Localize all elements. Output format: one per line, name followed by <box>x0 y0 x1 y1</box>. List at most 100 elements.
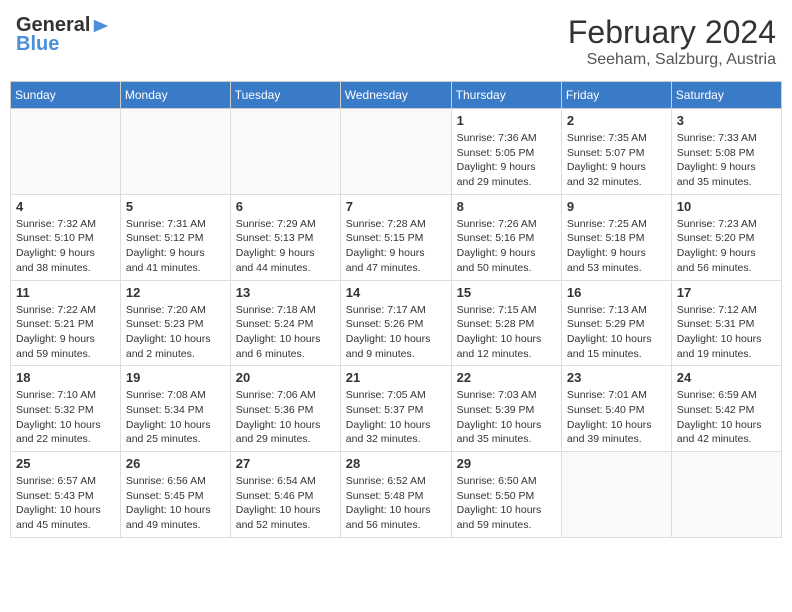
day-info: Sunrise: 6:52 AM Sunset: 5:48 PM Dayligh… <box>346 474 446 533</box>
day-info: Sunrise: 7:23 AM Sunset: 5:20 PM Dayligh… <box>677 217 776 276</box>
calendar-cell: 19 Sunrise: 7:08 AM Sunset: 5:34 PM Dayli… <box>120 366 230 452</box>
calendar-cell: 24Sunrise: 6:59 AM Sunset: 5:42 PM Dayli… <box>671 366 781 452</box>
calendar-cell: 15Sunrise: 7:15 AM Sunset: 5:28 PM Dayli… <box>451 280 561 366</box>
day-number: 28 <box>346 456 446 471</box>
day-number: 15 <box>457 285 556 300</box>
day-info: Sunrise: 7:13 AM Sunset: 5:29 PM Dayligh… <box>567 303 666 362</box>
weekday-header-tuesday: Tuesday <box>230 82 340 109</box>
calendar-cell: 2 Sunrise: 7:35 AM Sunset: 5:07 PM Daylig… <box>561 109 671 195</box>
calendar-cell: 17Sunrise: 7:12 AM Sunset: 5:31 PM Dayli… <box>671 280 781 366</box>
day-number: 8 <box>457 199 556 214</box>
calendar-week-row: 18 Sunrise: 7:10 AM Sunset: 5:32 PM Dayli… <box>11 366 782 452</box>
calendar-week-row: 25 Sunrise: 6:57 AM Sunset: 5:43 PM Dayli… <box>11 452 782 538</box>
day-info: Sunrise: 7:12 AM Sunset: 5:31 PM Dayligh… <box>677 303 776 362</box>
calendar-header-row: SundayMondayTuesdayWednesdayThursdayFrid… <box>11 82 782 109</box>
day-number: 29 <box>457 456 556 471</box>
calendar-cell: 27 Sunrise: 6:54 AM Sunset: 5:46 PM Dayli… <box>230 452 340 538</box>
logo: General Blue <box>16 14 110 56</box>
day-info: Sunrise: 7:06 AM Sunset: 5:36 PM Dayligh… <box>236 388 335 447</box>
calendar-week-row: 4Sunrise: 7:32 AM Sunset: 5:10 PM Daylig… <box>11 194 782 280</box>
calendar-cell: 14 Sunrise: 7:17 AM Sunset: 5:26 PM Dayli… <box>340 280 451 366</box>
day-number: 6 <box>236 199 335 214</box>
day-info: Sunrise: 7:03 AM Sunset: 5:39 PM Dayligh… <box>457 388 556 447</box>
day-number: 16 <box>567 285 666 300</box>
calendar-cell: 29 Sunrise: 6:50 AM Sunset: 5:50 PM Dayli… <box>451 452 561 538</box>
calendar-cell <box>11 109 121 195</box>
calendar-cell <box>230 109 340 195</box>
day-number: 10 <box>677 199 776 214</box>
calendar-cell: 13 Sunrise: 7:18 AM Sunset: 5:24 PM Dayli… <box>230 280 340 366</box>
day-info: Sunrise: 7:05 AM Sunset: 5:37 PM Dayligh… <box>346 388 446 447</box>
day-info: Sunrise: 7:10 AM Sunset: 5:32 PM Dayligh… <box>16 388 115 447</box>
day-info: Sunrise: 7:08 AM Sunset: 5:34 PM Dayligh… <box>126 388 225 447</box>
day-info: Sunrise: 7:25 AM Sunset: 5:18 PM Dayligh… <box>567 217 666 276</box>
weekday-header-sunday: Sunday <box>11 82 121 109</box>
title-section: February 2024 Seeham, Salzburg, Austria <box>568 14 776 69</box>
location-subtitle: Seeham, Salzburg, Austria <box>568 51 776 69</box>
calendar-cell: 5 Sunrise: 7:31 AM Sunset: 5:12 PM Daylig… <box>120 194 230 280</box>
day-info: Sunrise: 6:50 AM Sunset: 5:50 PM Dayligh… <box>457 474 556 533</box>
calendar-cell: 18 Sunrise: 7:10 AM Sunset: 5:32 PM Dayli… <box>11 366 121 452</box>
day-number: 20 <box>236 370 335 385</box>
day-number: 5 <box>126 199 225 214</box>
day-info: Sunrise: 7:20 AM Sunset: 5:23 PM Dayligh… <box>126 303 225 362</box>
day-info: Sunrise: 7:36 AM Sunset: 5:05 PM Dayligh… <box>457 131 556 190</box>
day-info: Sunrise: 7:33 AM Sunset: 5:08 PM Dayligh… <box>677 131 776 190</box>
day-number: 13 <box>236 285 335 300</box>
calendar-cell: 1 Sunrise: 7:36 AM Sunset: 5:05 PM Daylig… <box>451 109 561 195</box>
calendar-cell: 28 Sunrise: 6:52 AM Sunset: 5:48 PM Dayli… <box>340 452 451 538</box>
calendar-week-row: 1 Sunrise: 7:36 AM Sunset: 5:05 PM Daylig… <box>11 109 782 195</box>
calendar-cell: 4Sunrise: 7:32 AM Sunset: 5:10 PM Daylig… <box>11 194 121 280</box>
day-number: 22 <box>457 370 556 385</box>
day-number: 14 <box>346 285 446 300</box>
calendar-cell: 20 Sunrise: 7:06 AM Sunset: 5:36 PM Dayli… <box>230 366 340 452</box>
calendar-cell: 25 Sunrise: 6:57 AM Sunset: 5:43 PM Dayli… <box>11 452 121 538</box>
day-number: 2 <box>567 113 666 128</box>
day-number: 3 <box>677 113 776 128</box>
day-number: 18 <box>16 370 115 385</box>
day-info: Sunrise: 7:29 AM Sunset: 5:13 PM Dayligh… <box>236 217 335 276</box>
calendar-cell: 12 Sunrise: 7:20 AM Sunset: 5:23 PM Dayli… <box>120 280 230 366</box>
day-number: 25 <box>16 456 115 471</box>
day-number: 23 <box>567 370 666 385</box>
calendar-table: SundayMondayTuesdayWednesdayThursdayFrid… <box>10 81 782 538</box>
calendar-cell: 3 Sunrise: 7:33 AM Sunset: 5:08 PM Daylig… <box>671 109 781 195</box>
day-info: Sunrise: 7:17 AM Sunset: 5:26 PM Dayligh… <box>346 303 446 362</box>
day-info: Sunrise: 7:31 AM Sunset: 5:12 PM Dayligh… <box>126 217 225 276</box>
calendar-cell: 22 Sunrise: 7:03 AM Sunset: 5:39 PM Dayli… <box>451 366 561 452</box>
day-info: Sunrise: 7:18 AM Sunset: 5:24 PM Dayligh… <box>236 303 335 362</box>
calendar-cell: 7Sunrise: 7:28 AM Sunset: 5:15 PM Daylig… <box>340 194 451 280</box>
day-number: 9 <box>567 199 666 214</box>
logo-blue-text: Blue <box>16 33 59 56</box>
calendar-cell: 6 Sunrise: 7:29 AM Sunset: 5:13 PM Daylig… <box>230 194 340 280</box>
day-info: Sunrise: 6:57 AM Sunset: 5:43 PM Dayligh… <box>16 474 115 533</box>
weekday-header-friday: Friday <box>561 82 671 109</box>
calendar-cell: 9 Sunrise: 7:25 AM Sunset: 5:18 PM Daylig… <box>561 194 671 280</box>
day-info: Sunrise: 7:28 AM Sunset: 5:15 PM Dayligh… <box>346 217 446 276</box>
day-info: Sunrise: 7:35 AM Sunset: 5:07 PM Dayligh… <box>567 131 666 190</box>
calendar-cell: 23 Sunrise: 7:01 AM Sunset: 5:40 PM Dayli… <box>561 366 671 452</box>
day-number: 26 <box>126 456 225 471</box>
day-info: Sunrise: 7:32 AM Sunset: 5:10 PM Dayligh… <box>16 217 115 276</box>
calendar-cell: 21Sunrise: 7:05 AM Sunset: 5:37 PM Dayli… <box>340 366 451 452</box>
weekday-header-wednesday: Wednesday <box>340 82 451 109</box>
page-header: General Blue February 2024 Seeham, Salzb… <box>10 10 782 73</box>
weekday-header-saturday: Saturday <box>671 82 781 109</box>
calendar-cell <box>671 452 781 538</box>
calendar-cell <box>340 109 451 195</box>
day-number: 12 <box>126 285 225 300</box>
day-number: 27 <box>236 456 335 471</box>
calendar-cell: 8 Sunrise: 7:26 AM Sunset: 5:16 PM Daylig… <box>451 194 561 280</box>
day-info: Sunrise: 6:56 AM Sunset: 5:45 PM Dayligh… <box>126 474 225 533</box>
calendar-cell: 16 Sunrise: 7:13 AM Sunset: 5:29 PM Dayli… <box>561 280 671 366</box>
day-info: Sunrise: 7:01 AM Sunset: 5:40 PM Dayligh… <box>567 388 666 447</box>
day-info: Sunrise: 7:26 AM Sunset: 5:16 PM Dayligh… <box>457 217 556 276</box>
logo-flag-icon <box>92 17 110 35</box>
day-number: 19 <box>126 370 225 385</box>
day-info: Sunrise: 6:59 AM Sunset: 5:42 PM Dayligh… <box>677 388 776 447</box>
weekday-header-monday: Monday <box>120 82 230 109</box>
calendar-cell: 26 Sunrise: 6:56 AM Sunset: 5:45 PM Dayli… <box>120 452 230 538</box>
day-info: Sunrise: 6:54 AM Sunset: 5:46 PM Dayligh… <box>236 474 335 533</box>
day-number: 1 <box>457 113 556 128</box>
month-year-title: February 2024 <box>568 14 776 51</box>
